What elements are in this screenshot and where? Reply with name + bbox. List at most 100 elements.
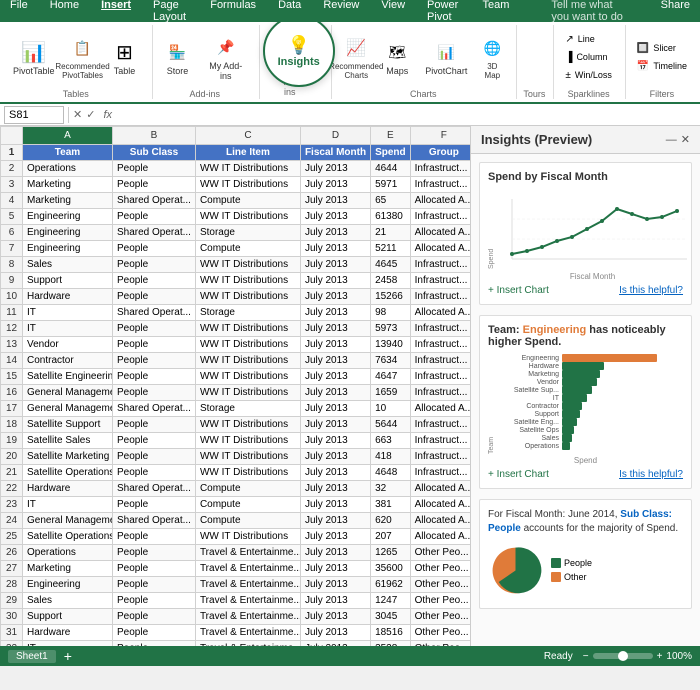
col-header-d[interactable]: D [300, 127, 370, 145]
cell[interactable]: People [113, 353, 196, 369]
cell[interactable]: IT [23, 321, 113, 337]
cell[interactable]: People [113, 337, 196, 353]
cell[interactable]: Shared Operat... [113, 193, 196, 209]
cell[interactable]: People [113, 545, 196, 561]
insights-circle[interactable]: 💡 Insights [263, 22, 335, 87]
cell[interactable]: Engineering [23, 209, 113, 225]
cell[interactable]: July 2013 [300, 449, 370, 465]
cell[interactable]: Other Peo... [410, 641, 470, 647]
cell[interactable]: Vendor [23, 337, 113, 353]
cell[interactable]: Infrastruct... [410, 433, 470, 449]
slicer-button[interactable]: 🔲 Slicer [632, 40, 692, 57]
cell[interactable]: July 2013 [300, 289, 370, 305]
cell[interactable]: 4648 [371, 465, 411, 481]
cell[interactable]: July 2013 [300, 513, 370, 529]
cell[interactable]: WW IT Distributions [195, 529, 300, 545]
cell[interactable]: Satellite Marketing [23, 449, 113, 465]
cell[interactable]: Other Peo... [410, 625, 470, 641]
cell[interactable]: Engineering [23, 225, 113, 241]
cell[interactable]: Travel & Entertainme... [195, 577, 300, 593]
cell[interactable]: Compute [195, 481, 300, 497]
cell[interactable]: July 2013 [300, 321, 370, 337]
cell[interactable]: 61962 [371, 577, 411, 593]
cell[interactable]: 5211 [371, 241, 411, 257]
cell[interactable]: Shared Operat... [113, 481, 196, 497]
recommended-pivottables-button[interactable]: 📋 Recommended PivotTables [64, 31, 102, 83]
cell[interactable]: Shared Operat... [113, 305, 196, 321]
zoom-in-icon[interactable]: + [657, 651, 663, 662]
pivotchart-button[interactable]: 📊 PivotChart [420, 35, 472, 79]
cell[interactable]: 32 [371, 481, 411, 497]
cell[interactable]: Storage [195, 225, 300, 241]
cell[interactable]: July 2013 [300, 209, 370, 225]
header-group[interactable]: Group [410, 145, 470, 161]
column-sparkline-button[interactable]: ▐ Column [560, 49, 617, 66]
cell[interactable]: Compute [195, 513, 300, 529]
cell[interactable]: People [113, 209, 196, 225]
store-button[interactable]: 🏪 Store [159, 35, 197, 79]
cell[interactable]: July 2013 [300, 273, 370, 289]
cell[interactable]: Infrastruct... [410, 177, 470, 193]
cell[interactable]: July 2013 [300, 353, 370, 369]
cell[interactable]: 1659 [371, 385, 411, 401]
cell[interactable]: July 2013 [300, 497, 370, 513]
cell[interactable]: Marketing [23, 193, 113, 209]
cell[interactable]: 5644 [371, 417, 411, 433]
cell[interactable]: General Management [23, 401, 113, 417]
cell[interactable]: July 2013 [300, 369, 370, 385]
cell[interactable]: 7634 [371, 353, 411, 369]
cell[interactable]: People [113, 273, 196, 289]
cell[interactable]: Support [23, 609, 113, 625]
cell[interactable]: July 2013 [300, 545, 370, 561]
cell[interactable]: Infrastruct... [410, 289, 470, 305]
cell[interactable]: People [113, 593, 196, 609]
cell[interactable]: People [113, 465, 196, 481]
cell[interactable]: 2458 [371, 273, 411, 289]
cell[interactable]: Shared Operat... [113, 513, 196, 529]
cell[interactable]: Compute [195, 241, 300, 257]
cell[interactable]: Operations [23, 161, 113, 177]
header-lineitem[interactable]: Line Item [195, 145, 300, 161]
insights-close-button[interactable]: ✕ [681, 133, 690, 146]
cell[interactable]: People [113, 385, 196, 401]
cell[interactable]: 3528 [371, 641, 411, 647]
col-header-e[interactable]: E [371, 127, 411, 145]
cell[interactable]: People [113, 177, 196, 193]
cell[interactable]: July 2013 [300, 401, 370, 417]
cell[interactable]: WW IT Distributions [195, 353, 300, 369]
cell[interactable]: Travel & Entertainme... [195, 609, 300, 625]
cell[interactable]: Infrastruct... [410, 161, 470, 177]
cell[interactable]: People [113, 609, 196, 625]
cell[interactable]: 13940 [371, 337, 411, 353]
cell[interactable]: Travel & Entertainme... [195, 593, 300, 609]
cell[interactable]: Satellite Operations [23, 465, 113, 481]
cell[interactable]: July 2013 [300, 177, 370, 193]
cell[interactable]: Satellite Support [23, 417, 113, 433]
cell[interactable]: WW IT Distributions [195, 369, 300, 385]
cell[interactable]: General Management [23, 513, 113, 529]
cell[interactable]: Travel & Entertainme... [195, 561, 300, 577]
cell[interactable]: People [113, 433, 196, 449]
timeline-button[interactable]: 📅 Timeline [632, 58, 692, 75]
cell[interactable]: 1265 [371, 545, 411, 561]
cell[interactable]: WW IT Distributions [195, 449, 300, 465]
cell[interactable]: July 2013 [300, 305, 370, 321]
cell[interactable]: Hardware [23, 289, 113, 305]
cell[interactable]: July 2013 [300, 433, 370, 449]
cell[interactable]: People [113, 257, 196, 273]
cell[interactable]: Allocated A... [410, 481, 470, 497]
cell[interactable]: July 2013 [300, 465, 370, 481]
header-fiscalmonth[interactable]: Fiscal Month [300, 145, 370, 161]
zoom-out-icon[interactable]: − [583, 651, 589, 662]
cell[interactable]: 4644 [371, 161, 411, 177]
cell[interactable]: 381 [371, 497, 411, 513]
cell[interactable]: Storage [195, 401, 300, 417]
cell[interactable]: Shared Operat... [113, 225, 196, 241]
insert-chart-btn-2[interactable]: + Insert Chart [488, 469, 549, 480]
cell[interactable]: Engineering [23, 241, 113, 257]
cell[interactable]: Infrastruct... [410, 465, 470, 481]
cell[interactable]: Compute [195, 193, 300, 209]
cell[interactable]: 663 [371, 433, 411, 449]
cell[interactable]: 18516 [371, 625, 411, 641]
cell[interactable]: Allocated A... [410, 305, 470, 321]
